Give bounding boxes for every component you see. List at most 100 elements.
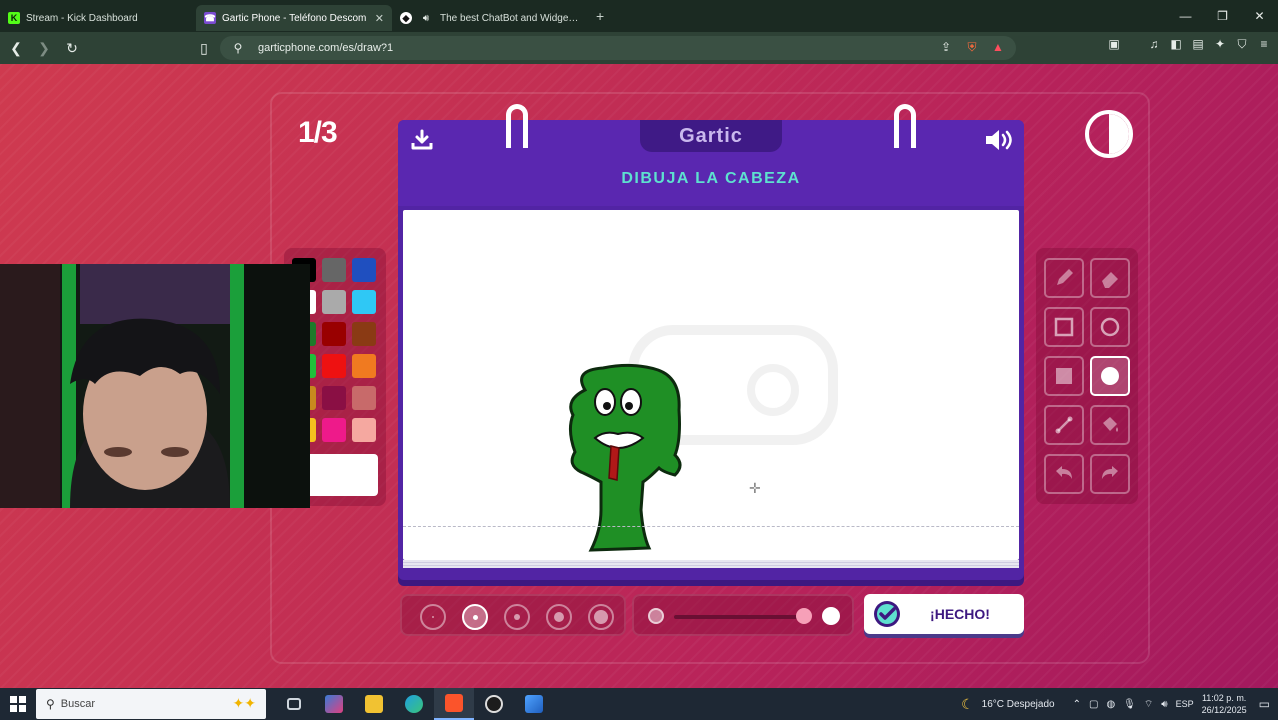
- download-icon[interactable]: [410, 128, 434, 152]
- tray-obs-icon[interactable]: ◍: [1106, 699, 1115, 710]
- tray-app-icon[interactable]: ▢: [1089, 699, 1098, 710]
- new-tab-button[interactable]: +: [596, 8, 604, 24]
- show-hidden-icons-icon[interactable]: ⌃: [1073, 699, 1081, 710]
- color-swatch[interactable]: [322, 290, 346, 314]
- eraser-tool[interactable]: [1090, 258, 1130, 298]
- ellipse-outline-icon: [1100, 317, 1120, 337]
- task-view-icon[interactable]: [274, 688, 314, 720]
- close-window-button[interactable]: ✕: [1241, 0, 1278, 32]
- brush-size-3[interactable]: [504, 604, 530, 630]
- brush-size-selector: [400, 594, 626, 636]
- weather-text[interactable]: 16°C Despejado: [982, 699, 1055, 710]
- brush-size-4[interactable]: [546, 604, 572, 630]
- color-swatch[interactable]: [352, 322, 376, 346]
- close-tab-icon[interactable]: ✕: [375, 12, 384, 25]
- clock[interactable]: 11:02 p. m. 26/12/2025: [1202, 692, 1247, 716]
- media-icon[interactable]: ♫: [1146, 36, 1162, 52]
- fill-bucket-icon: [1103, 417, 1118, 432]
- brave-shields-icon[interactable]: ⛨: [964, 39, 980, 55]
- language-indicator[interactable]: ESP: [1176, 699, 1194, 709]
- tab-kick-dashboard[interactable]: K Stream - Kick Dashboard: [0, 5, 196, 31]
- gartic-logo: Gartic: [640, 120, 782, 152]
- gartic-phone-icon: ☎: [204, 12, 216, 24]
- back-button[interactable]: ❮: [4, 36, 28, 60]
- copilot-sparkle-icon: ✦✦: [232, 695, 256, 711]
- rectangle-outline-icon: [1054, 317, 1074, 337]
- undo-tool[interactable]: [1044, 454, 1084, 494]
- start-button[interactable]: [0, 688, 36, 720]
- opacity-max-icon: [822, 607, 840, 625]
- taskbar-app-icon[interactable]: [314, 688, 354, 720]
- forward-button[interactable]: ❯: [32, 36, 56, 60]
- pencil-icon: [1057, 269, 1073, 285]
- brush-size-2[interactable]: [462, 604, 488, 630]
- fill-bucket-tool[interactable]: [1090, 405, 1130, 445]
- gartic-page: 1/3 Gartic DIBUJA LA CABEZA ✛ ¡HECHO!: [0, 64, 1278, 688]
- line-tool[interactable]: [1044, 405, 1084, 445]
- tab-gartic-phone[interactable]: ☎ Gartic Phone - Teléfono Descom ✕: [196, 5, 392, 31]
- round-counter: 1/3: [298, 116, 338, 149]
- color-swatch[interactable]: [352, 386, 376, 410]
- rectangle-fill-tool[interactable]: [1044, 356, 1084, 396]
- color-swatch[interactable]: [352, 418, 376, 442]
- window-controls: — ❐ ✕: [1167, 0, 1278, 32]
- opacity-handle[interactable]: [796, 608, 812, 624]
- vpn-icon[interactable]: ⛉: [1234, 36, 1250, 52]
- wallet-icon[interactable]: ▤: [1190, 36, 1206, 52]
- windows-taskbar: ⚲ Buscar ✦✦ ☾ 16°C Despejado ⌃ ▢ ◍ 🎙︎ ⌔ …: [0, 688, 1278, 720]
- brave-icon[interactable]: [434, 688, 474, 720]
- taskbar-search[interactable]: ⚲ Buscar ✦✦: [36, 689, 266, 719]
- brush-size-5[interactable]: [588, 604, 614, 630]
- color-swatch[interactable]: [322, 386, 346, 410]
- color-swatch[interactable]: [322, 322, 346, 346]
- pencil-tool[interactable]: [1044, 258, 1084, 298]
- kick-icon: K: [8, 12, 20, 24]
- reload-button[interactable]: ↻: [60, 36, 84, 60]
- brush-size-1[interactable]: [420, 604, 446, 630]
- notifications-icon[interactable]: ▭: [1259, 697, 1270, 711]
- edge-icon[interactable]: [394, 688, 434, 720]
- done-button[interactable]: ¡HECHO!: [864, 594, 1024, 634]
- volume-tray-icon[interactable]: 🔊︎: [1161, 699, 1167, 710]
- color-swatch[interactable]: [352, 258, 376, 282]
- opacity-slider[interactable]: [632, 594, 854, 636]
- color-swatch[interactable]: [322, 418, 346, 442]
- opacity-min-icon: [648, 608, 664, 624]
- ellipse-outline-tool[interactable]: [1090, 307, 1130, 347]
- share-icon[interactable]: ⇪: [938, 39, 954, 55]
- rectangle-outline-tool[interactable]: [1044, 307, 1084, 347]
- color-swatch[interactable]: [352, 290, 376, 314]
- brave-rewards-icon[interactable]: ▲: [990, 39, 1006, 55]
- address-bar[interactable]: ⚲ garticphone.com/es/draw?1 ⇪ ⛨ ▲: [220, 36, 1016, 60]
- clock-date: 26/12/2025: [1201, 705, 1247, 715]
- reader-mode-icon[interactable]: ▣: [1106, 36, 1122, 52]
- bookmark-icon[interactable]: ▯: [192, 36, 216, 60]
- check-badge-icon: [874, 601, 900, 627]
- crosshair-cursor-icon: ✛: [749, 480, 761, 496]
- photos-icon[interactable]: [514, 688, 554, 720]
- drawing-canvas[interactable]: ✛: [403, 210, 1019, 560]
- file-explorer-icon[interactable]: [354, 688, 394, 720]
- color-swatch[interactable]: [352, 354, 376, 378]
- obs-icon[interactable]: [474, 688, 514, 720]
- site-info-icon[interactable]: ⚲: [230, 40, 246, 56]
- minimize-button[interactable]: —: [1167, 0, 1204, 32]
- color-swatch[interactable]: [322, 354, 346, 378]
- tab-chatbot[interactable]: ◆ 🔊︎ The best ChatBot and Widgets fo: [392, 5, 588, 31]
- contrast-toggle-icon[interactable]: [1085, 110, 1133, 158]
- volume-icon[interactable]: [984, 128, 1014, 152]
- microphone-icon[interactable]: 🎙︎: [1123, 699, 1136, 710]
- maximize-button[interactable]: ❐: [1204, 0, 1241, 32]
- sidebar-icon[interactable]: ◧: [1168, 36, 1184, 52]
- url-text: garticphone.com/es/draw?1: [258, 42, 394, 54]
- ellipse-fill-tool[interactable]: [1090, 356, 1130, 396]
- color-swatch[interactable]: [322, 258, 346, 282]
- tab-title: The best ChatBot and Widgets fo: [440, 12, 580, 24]
- redo-tool[interactable]: [1090, 454, 1130, 494]
- menu-icon[interactable]: ≡: [1256, 36, 1272, 52]
- network-icon[interactable]: ⌔: [1144, 698, 1153, 711]
- tab-title: Gartic Phone - Teléfono Descom: [222, 12, 367, 24]
- opacity-track: [674, 615, 806, 619]
- extensions-icon[interactable]: ✦: [1212, 36, 1228, 52]
- clock-time: 11:02 p. m.: [1201, 693, 1247, 703]
